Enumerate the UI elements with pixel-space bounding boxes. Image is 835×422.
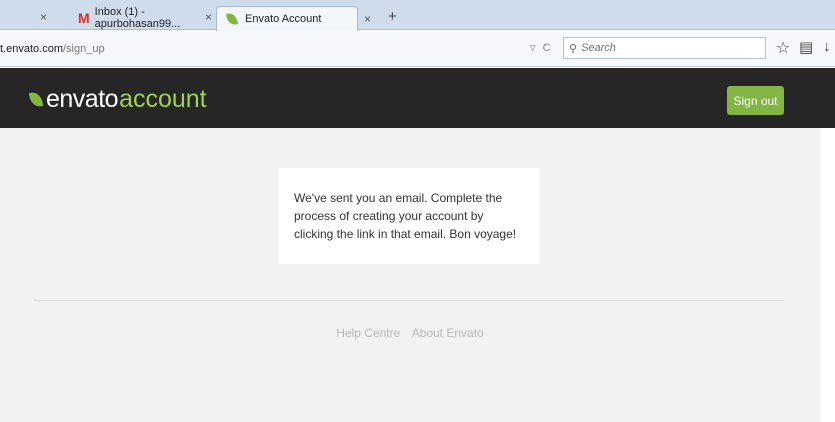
logo-suffix: account [119,85,207,113]
close-icon[interactable]: × [40,10,47,24]
bookmark-star-icon[interactable]: ☆ [776,38,790,58]
tab-strip: × M Inbox (1) - apurbohasan99... × Envat… [0,0,835,31]
confirmation-message: We've sent you an email. Complete the pr… [278,168,540,264]
navigation-bar: t.envato.com/sign_up ▿ C ⚲ ☆ ▤ ↓ [0,31,835,67]
url-field[interactable]: t.envato.com/sign_up [0,41,540,58]
divider [34,300,784,301]
url-path: /sign_up [62,43,105,55]
main-content: We've sent you an email. Complete the pr… [0,128,835,422]
logo-word: envato [46,85,119,113]
tab-previous[interactable]: × [0,6,60,30]
sign-out-button[interactable]: Sign out [727,86,784,115]
url-host: t.envato.com [0,43,63,55]
site-header: envato account [0,68,835,128]
search-icon: ⚲ [569,42,578,55]
envato-leaf-icon [226,12,238,26]
gmail-icon: M [78,10,90,26]
envato-logo[interactable]: envato account [28,85,207,114]
tab-gmail-inbox[interactable]: M Inbox (1) - apurbohasan99... × [78,6,228,30]
tab-label: Envato Account [245,13,322,25]
search-box[interactable]: ⚲ [563,37,766,59]
download-icon[interactable]: ↓ [823,38,831,55]
browser-window: × M Inbox (1) - apurbohasan99... × Envat… [0,0,835,422]
footer-links: Help Centre About Envato [0,326,820,340]
envato-leaf-icon [28,91,44,108]
close-icon[interactable]: × [205,10,212,24]
page-edge [820,128,835,422]
help-centre-link[interactable]: Help Centre [336,326,400,340]
bookmarks-menu-icon[interactable]: ▤ [799,38,813,56]
tab-envato-account[interactable]: Envato Account × [216,6,371,31]
close-icon[interactable]: × [364,12,371,26]
dropdown-icon[interactable]: ▿ [530,42,536,54]
url-actions: ▿ C [530,41,551,54]
new-tab-button[interactable]: + [388,8,397,25]
reload-icon[interactable]: C [543,42,551,54]
search-input[interactable] [581,42,752,54]
about-envato-link[interactable]: About Envato [412,326,484,340]
